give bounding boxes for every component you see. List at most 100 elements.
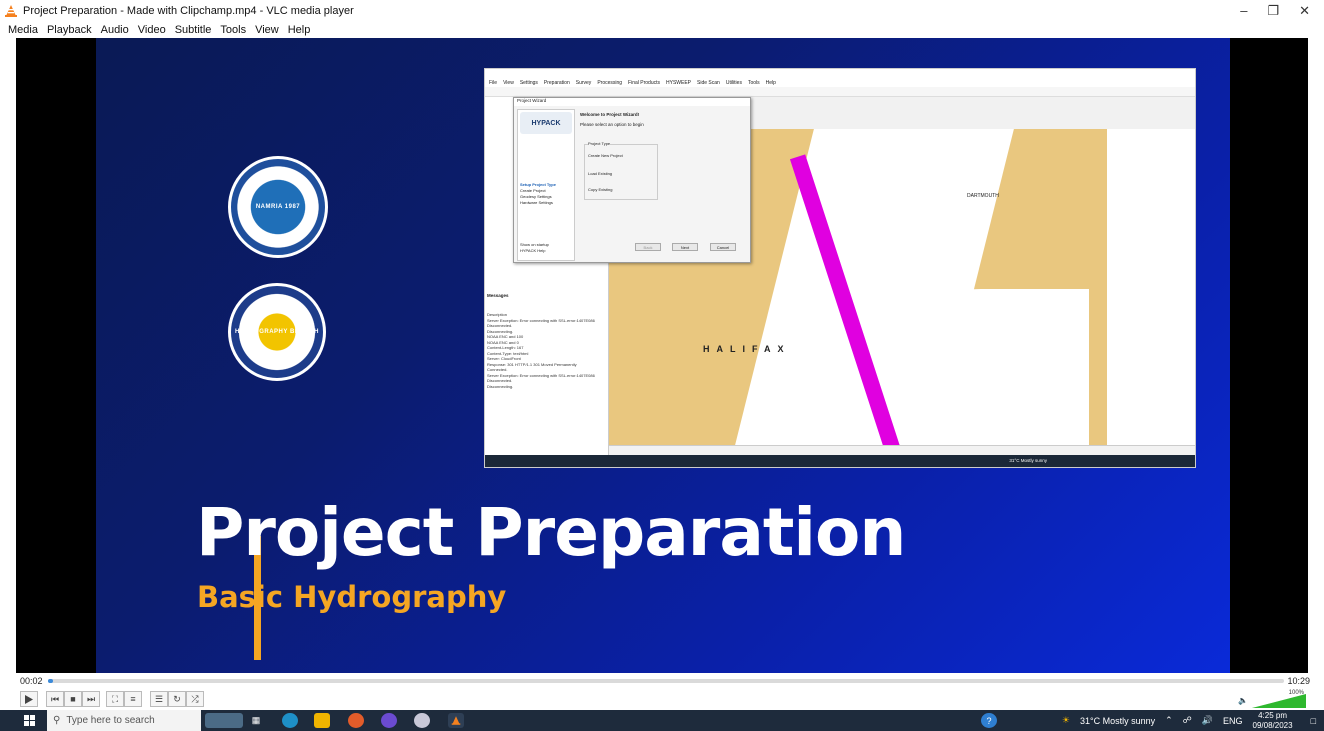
messages-list: Description Server Exception: Error conn…: [487, 312, 605, 389]
hypack-menu-item: Tools: [747, 79, 760, 86]
search-placeholder: Type here to search: [66, 715, 155, 726]
wizard-steps-panel: HYPACK Setup Project Type Create Project…: [517, 109, 575, 261]
playlist-icon: ☰: [154, 693, 164, 704]
title-bar: Project Preparation - Made with Clipcham…: [0, 0, 1324, 22]
language-indicator[interactable]: ENG: [1223, 716, 1243, 726]
vlc-taskbar-icon[interactable]: [448, 713, 464, 728]
window-controls: – ❐ ✕: [1240, 3, 1310, 19]
vlc-cone-icon: [451, 716, 461, 725]
messages-header: Messages: [487, 293, 509, 298]
wizard-heading: Welcome to Project Wizard!: [580, 112, 640, 117]
network-icon[interactable]: ☍: [1183, 715, 1192, 726]
shuffle-button[interactable]: ⤮: [186, 691, 204, 707]
hypack-menu-item: Final Products: [628, 79, 661, 86]
menu-view[interactable]: View: [255, 24, 279, 36]
loop-icon: ↻: [173, 693, 181, 704]
hypack-help-link: HYPACK Help: [520, 248, 546, 253]
map-label-dartmouth: DARTMOUTH: [967, 193, 999, 199]
stop-icon: ■: [70, 694, 76, 704]
edge-browser-icon[interactable]: [282, 713, 298, 728]
vlc-cone-icon: [5, 5, 17, 17]
hypack-menu-item: Settings: [519, 79, 538, 86]
menu-audio[interactable]: Audio: [101, 24, 129, 36]
radio-create-new: Create New Project: [588, 153, 623, 158]
taskbar-search-box[interactable]: ⚲ Type here to search: [47, 710, 201, 731]
hypack-toolbar: [485, 87, 1195, 97]
play-button[interactable]: [20, 691, 38, 707]
loop-button[interactable]: ↻: [168, 691, 186, 707]
hypack-title-bar: [485, 69, 1195, 78]
namria-seal-text: NAMRIA 1987: [255, 204, 301, 210]
playlist-button[interactable]: ☰: [150, 691, 168, 707]
wizard-back-button: Back: [635, 243, 661, 251]
chrome-app-icon[interactable]: [348, 713, 364, 728]
system-tray: ☀ 31°C Mostly sunny ⌃ ☍ 🔊 ENG 4:25 pm 09…: [1062, 710, 1316, 731]
vlc-window: Project Preparation - Made with Clipcham…: [0, 0, 1324, 731]
hypack-menu-item: Preparation: [543, 79, 570, 86]
message-line: Disconnecting.: [487, 383, 514, 389]
hydrography-branch-seal: HYDROGRAPHY BRANCH: [228, 283, 326, 381]
weather-text[interactable]: 31°C Mostly sunny: [1080, 716, 1155, 726]
volume-slider[interactable]: 100% 🔈: [1238, 690, 1308, 708]
windows-taskbar: ⚲ Type here to search ▦ ? ☀ 31°C Mostly …: [0, 710, 1324, 731]
weather-sun-icon: ☀: [1061, 715, 1070, 725]
project-wizard-dialog: Project Wizard HYPACK Setup Project Type…: [513, 97, 751, 263]
menu-playback[interactable]: Playback: [47, 24, 92, 36]
hypack-right-panel: [1107, 129, 1195, 445]
tray-chevron-icon[interactable]: ⌃: [1165, 715, 1173, 726]
slide-subtitle: Basic Hydrography: [197, 580, 507, 614]
shuffle-icon: ⤮: [191, 693, 199, 704]
hypack-menu-item: View: [503, 79, 514, 86]
volume-level-icon: [1252, 694, 1306, 708]
extended-settings-button[interactable]: ≡: [124, 691, 142, 707]
video-area[interactable]: NAMRIA 1987 HYDROGRAPHY BRANCH File View…: [16, 38, 1308, 673]
taskbar-scenery-icon[interactable]: [205, 713, 243, 728]
restore-icon[interactable]: ❐: [1267, 3, 1279, 19]
slide-title: Project Preparation: [196, 494, 906, 571]
notifications-icon[interactable]: □: [1311, 716, 1316, 726]
previous-button[interactable]: ⏮: [46, 691, 64, 707]
map-label-halifax: HALIFAX: [703, 344, 791, 354]
task-view-icon[interactable]: ▦: [248, 713, 264, 728]
fullscreen-icon: ⛶: [111, 693, 119, 704]
project-type-label: Project Type: [588, 141, 611, 146]
playback-controls: ⏮ ■ ⏭ ⛶ ≡ ☰ ↻ ⤮ 100% 🔈: [0, 688, 1324, 710]
basin-water: [909, 289, 1089, 445]
paint-app-icon[interactable]: [414, 713, 430, 728]
seek-bar[interactable]: [48, 679, 1284, 683]
next-icon: ⏭: [86, 693, 96, 704]
hypack-menu-item: Processing: [597, 79, 623, 86]
menu-video[interactable]: Video: [138, 24, 166, 36]
wizard-title: Project Wizard: [514, 98, 750, 106]
hypack-menu: File View Settings Preparation Survey Pr…: [485, 78, 1195, 87]
stop-button[interactable]: ■: [64, 691, 82, 707]
window-title: Project Preparation - Made with Clipcham…: [23, 5, 354, 17]
next-button[interactable]: ⏭: [82, 691, 100, 707]
wizard-step: Hardware Settings: [520, 200, 553, 205]
viber-icon[interactable]: [381, 713, 397, 728]
minimize-icon[interactable]: –: [1240, 3, 1247, 19]
hypack-menu-item: Survey: [575, 79, 592, 86]
fullscreen-button[interactable]: ⛶: [106, 691, 124, 707]
speaker-tray-icon[interactable]: 🔊: [1202, 715, 1213, 726]
previous-icon: ⏮: [50, 693, 60, 704]
wizard-content: Welcome to Project Wizard! Please select…: [580, 112, 644, 127]
close-icon[interactable]: ✕: [1299, 3, 1310, 19]
wizard-prompt: Please select an option to begin: [580, 122, 644, 127]
windows-start-icon[interactable]: [24, 715, 35, 726]
presentation-slide: NAMRIA 1987 HYDROGRAPHY BRANCH File View…: [96, 38, 1230, 673]
clock-time: 4:25 pm: [1258, 710, 1287, 720]
radio-copy-existing: Copy Existing: [588, 187, 613, 192]
hydrography-seal-text: HYDROGRAPHY BRANCH: [235, 329, 319, 335]
menu-subtitle[interactable]: Subtitle: [175, 24, 212, 36]
help-icon[interactable]: ?: [981, 713, 997, 728]
project-type-group: Project Type Create New Project Load Exi…: [584, 141, 658, 200]
hypack-menu-item: File: [489, 79, 498, 86]
hypack-logo: HYPACK: [520, 112, 572, 134]
file-explorer-icon[interactable]: [314, 713, 330, 728]
menu-help[interactable]: Help: [288, 24, 311, 36]
menu-media[interactable]: Media: [8, 24, 38, 36]
taskbar-clock[interactable]: 4:25 pm 09/08/2023: [1253, 711, 1293, 731]
menu-tools[interactable]: Tools: [220, 24, 246, 36]
speaker-icon[interactable]: 🔈: [1238, 696, 1248, 705]
